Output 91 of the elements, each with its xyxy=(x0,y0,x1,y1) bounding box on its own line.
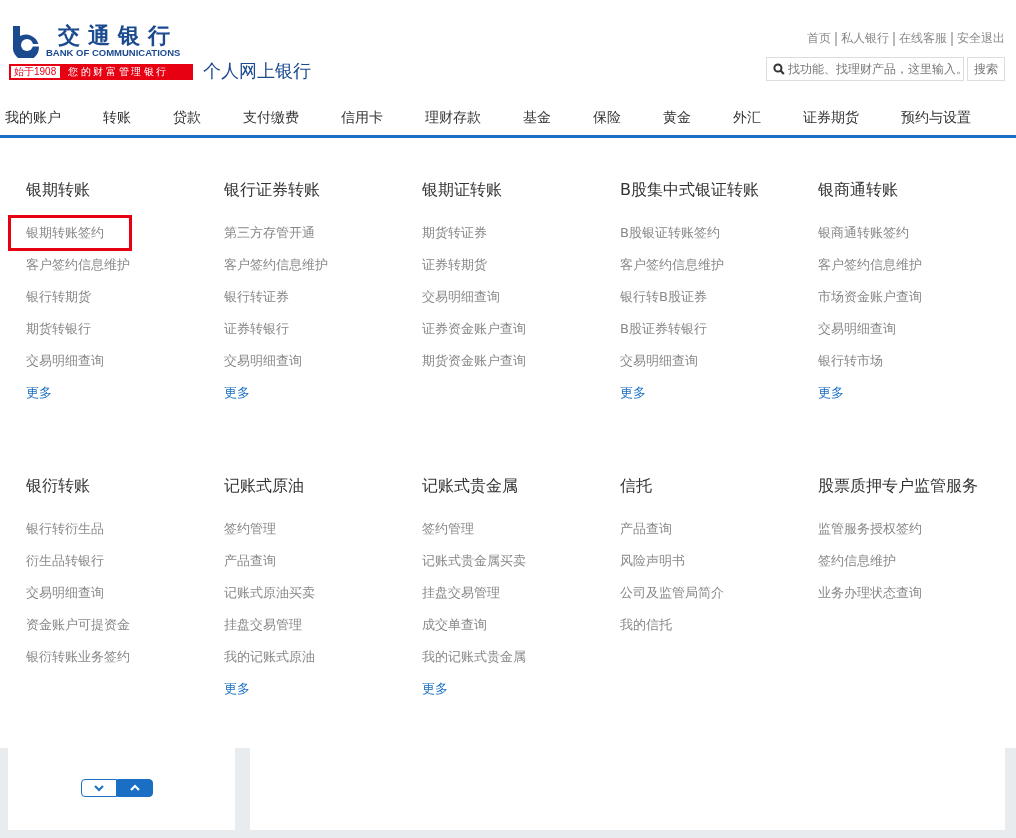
menu-link[interactable]: 资金账户可提资金 xyxy=(26,609,130,641)
group-title: 银期证转账 xyxy=(422,179,502,201)
nav-tab[interactable]: 保险 xyxy=(593,108,621,127)
nav-tab[interactable]: 转账 xyxy=(103,108,131,127)
bank-name-english: BANK OF COMMUNICATIONS xyxy=(46,48,181,58)
search-icon xyxy=(773,63,785,75)
menu-link[interactable]: 挂盘交易管理 xyxy=(422,577,500,609)
menu-link[interactable]: 银行转证券 xyxy=(224,281,289,313)
nav-tab[interactable]: 外汇 xyxy=(733,108,761,127)
menu-link[interactable]: 交易明细查询 xyxy=(818,313,896,345)
slogan-text: 您的财富管理银行 xyxy=(67,65,170,79)
group-title: 股票质押专户监管服务 xyxy=(818,475,978,497)
nav-tab[interactable]: 预约与设置 xyxy=(901,108,971,127)
nav-tab[interactable]: 理财存款 xyxy=(425,108,481,127)
menu-link[interactable]: 交易明细查询 xyxy=(224,345,302,377)
menu-link[interactable]: 证券资金账户查询 xyxy=(422,313,526,345)
menu-link[interactable]: 期货资金账户查询 xyxy=(422,345,526,377)
nav-tab[interactable]: 我的账户 xyxy=(5,108,61,127)
menu-link[interactable]: 银行转衍生品 xyxy=(26,513,104,545)
group-title: 银商通转账 xyxy=(818,179,898,201)
menu-link[interactable]: 交易明细查询 xyxy=(620,345,698,377)
nav-tab[interactable]: 贷款 xyxy=(173,108,201,127)
menu-link[interactable]: 签约管理 xyxy=(224,513,276,545)
menu-link[interactable]: 成交单查询 xyxy=(422,609,487,641)
menu-link[interactable]: 交易明细查询 xyxy=(26,577,104,609)
menu-link[interactable]: 客户签约信息维护 xyxy=(620,249,724,281)
menu-link[interactable]: 证券转期货 xyxy=(422,249,487,281)
more-link[interactable]: 更多 xyxy=(620,377,646,409)
menu-link[interactable]: 证券转银行 xyxy=(224,313,289,345)
group-title: B股集中式银证转账 xyxy=(620,179,759,201)
search-button[interactable]: 搜索 xyxy=(967,57,1005,81)
menu-link[interactable]: 挂盘交易管理 xyxy=(224,609,302,641)
menu-link[interactable]: 期货转证券 xyxy=(422,217,487,249)
group-title: 银期转账 xyxy=(26,179,90,201)
more-link[interactable]: 更多 xyxy=(26,377,52,409)
group-title: 银衍转账 xyxy=(26,475,90,497)
menu-link[interactable]: 银期转账签约 xyxy=(10,217,130,249)
menu-link[interactable]: 业务办理状态查询 xyxy=(818,577,922,609)
menu-link[interactable]: 产品查询 xyxy=(224,545,276,577)
menu-link[interactable]: 衍生品转银行 xyxy=(26,545,104,577)
site-title: 个人网上银行 xyxy=(203,60,311,82)
menu-link[interactable]: 公司及监管局简介 xyxy=(620,577,724,609)
menu-link[interactable]: 我的记账式原油 xyxy=(224,641,315,673)
more-link[interactable]: 更多 xyxy=(422,673,448,705)
nav-tab[interactable]: 黄金 xyxy=(663,108,691,127)
menu-link[interactable]: 客户签约信息维护 xyxy=(224,249,328,281)
top-link[interactable]: 私人银行 xyxy=(841,30,889,47)
nav-tab[interactable]: 信用卡 xyxy=(341,108,383,127)
menu-link[interactable]: 记账式原油买卖 xyxy=(224,577,315,609)
menu-link[interactable]: 银行转期货 xyxy=(26,281,91,313)
toggle-button[interactable] xyxy=(116,779,153,797)
menu-link[interactable]: 记账式贵金属买卖 xyxy=(422,545,526,577)
since-label: 始于1908 xyxy=(11,66,61,78)
nav-tab[interactable]: 基金 xyxy=(523,108,551,127)
more-link[interactable]: 更多 xyxy=(224,673,250,705)
menu-link[interactable]: 交易明细查询 xyxy=(422,281,500,313)
menu-link[interactable]: 签约管理 xyxy=(422,513,474,545)
menu-link[interactable]: 我的记账式贵金属 xyxy=(422,641,526,673)
group-title: 记账式贵金属 xyxy=(422,475,518,497)
group-title: 信托 xyxy=(620,475,652,497)
menu-link[interactable]: 签约信息维护 xyxy=(818,545,896,577)
menu-link[interactable]: 银商通转账签约 xyxy=(818,217,909,249)
menu-link[interactable]: 期货转银行 xyxy=(26,313,91,345)
chevron-down-icon xyxy=(92,783,105,793)
menu-link[interactable]: 市场资金账户查询 xyxy=(818,281,922,313)
top-link[interactable]: 安全退出 xyxy=(957,30,1005,47)
menu-link[interactable]: 银行转市场 xyxy=(818,345,883,377)
menu-link[interactable]: 风险声明书 xyxy=(620,545,685,577)
group-title: 银行证券转账 xyxy=(224,179,320,201)
more-link[interactable]: 更多 xyxy=(818,377,844,409)
menu-link[interactable]: 银衍转账业务签约 xyxy=(26,641,130,673)
group-title: 记账式原油 xyxy=(224,475,304,497)
chevron-up-icon xyxy=(128,783,141,793)
toggle-button[interactable] xyxy=(80,779,117,797)
menu-link[interactable]: 交易明细查询 xyxy=(26,345,104,377)
search-field[interactable]: 找功能、找理财产品，这里输入。 xyxy=(766,57,964,81)
menu-link[interactable]: 监管服务授权签约 xyxy=(818,513,922,545)
more-link[interactable]: 更多 xyxy=(224,377,250,409)
menu-link[interactable]: 我的信托 xyxy=(620,609,672,641)
menu-link[interactable]: 客户签约信息维护 xyxy=(26,249,130,281)
nav-tab[interactable]: 支付缴费 xyxy=(243,108,299,127)
top-link[interactable]: 首页 xyxy=(807,30,831,47)
menu-link[interactable]: B股银证转账签约 xyxy=(620,217,720,249)
menu-link[interactable]: 第三方存管开通 xyxy=(224,217,315,249)
menu-link[interactable]: 客户签约信息维护 xyxy=(818,249,922,281)
bank-name: 交通银行 xyxy=(57,22,178,48)
menu-link[interactable]: 产品查询 xyxy=(620,513,672,545)
menu-link[interactable]: 银行转B股证券 xyxy=(620,281,707,313)
nav-tab[interactable]: 证券期货 xyxy=(803,108,859,127)
top-link[interactable]: 在线客服 xyxy=(899,30,947,47)
menu-link[interactable]: B股证券转银行 xyxy=(620,313,707,345)
